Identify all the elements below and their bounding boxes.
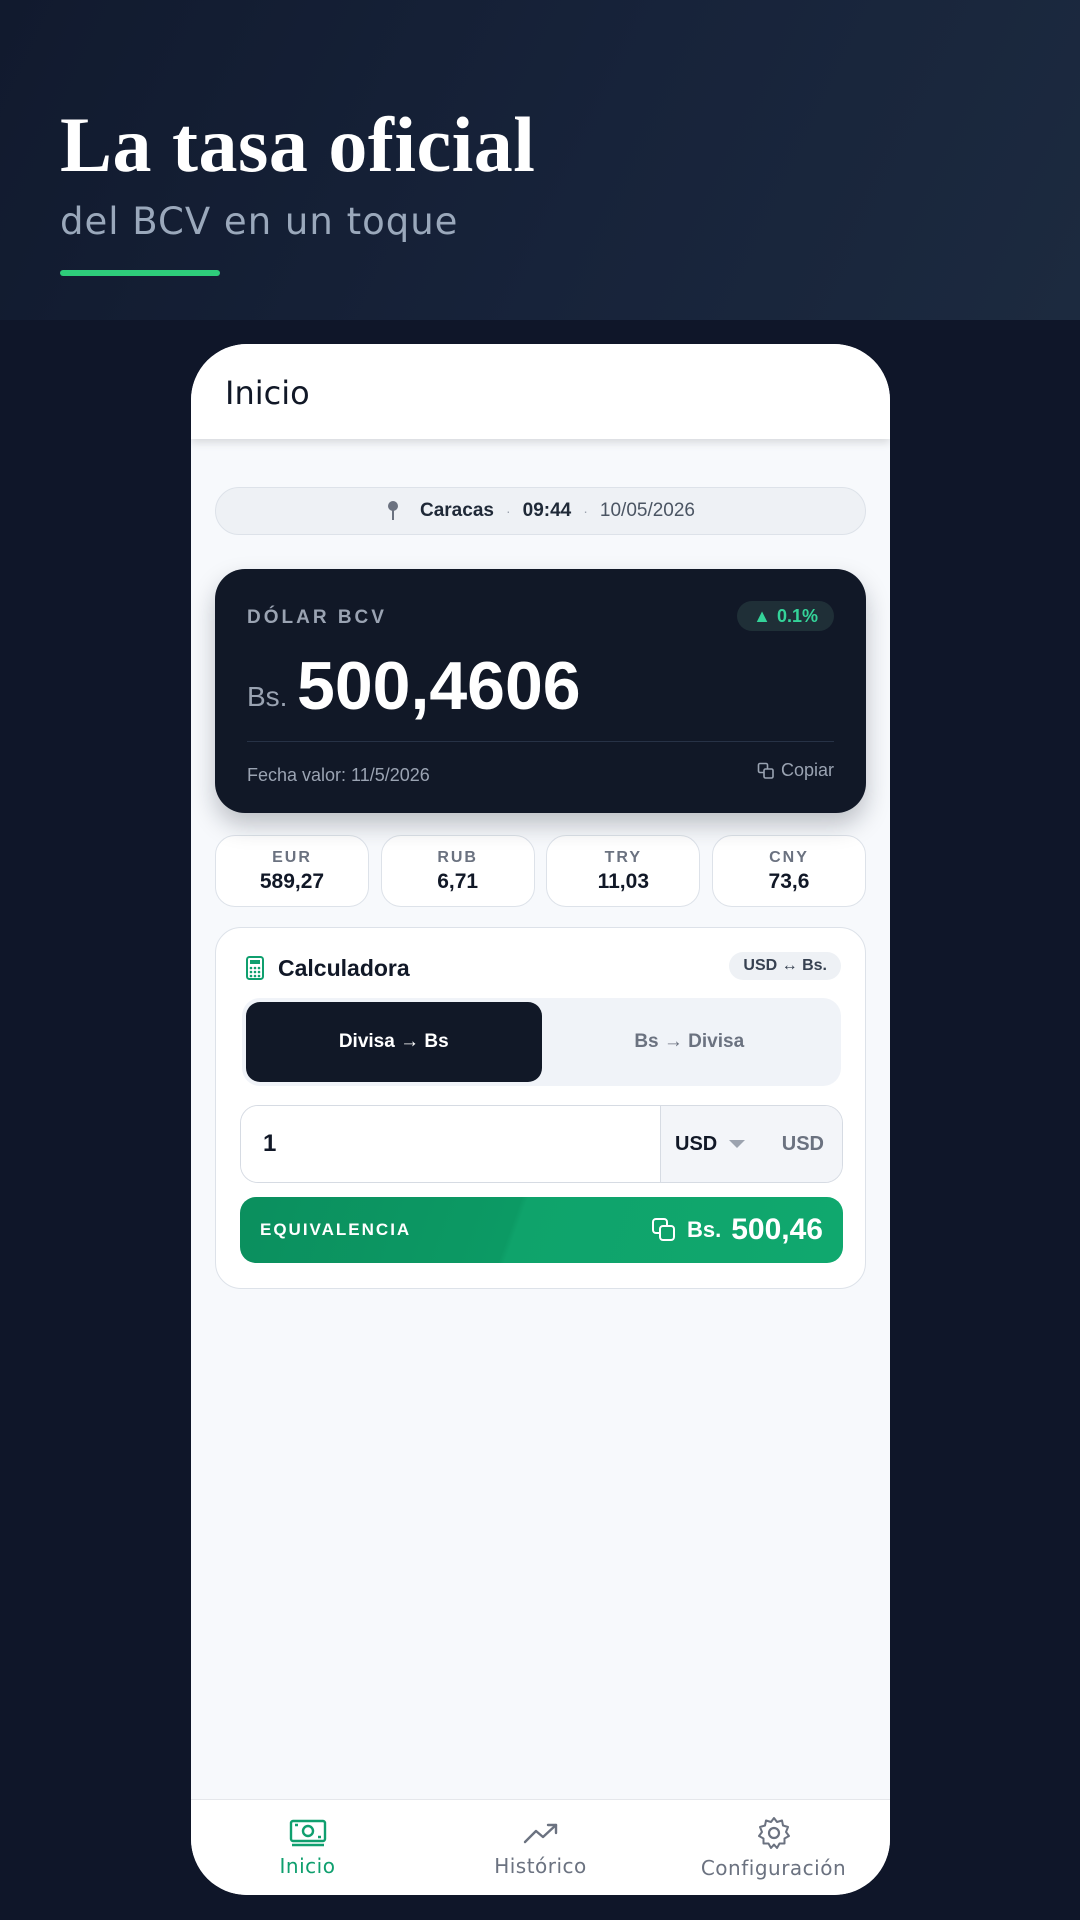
page-title: Inicio — [225, 374, 310, 412]
copy-icon — [757, 762, 774, 779]
copy-icon — [651, 1218, 675, 1241]
conversion-mode-toggle: Divisa → Bs Bs → Divisa — [242, 998, 841, 1086]
separator-dot: · — [583, 503, 588, 519]
nav-item-historico[interactable]: Histórico — [424, 1800, 657, 1895]
rate-value: 500,4606 — [297, 648, 581, 724]
equivalence-value: 500,46 — [731, 1213, 823, 1246]
app-bar: Inicio — [191, 344, 890, 439]
chip-value: 11,03 — [597, 869, 650, 893]
currency-chip-rub[interactable]: RUB 6,71 — [380, 835, 535, 907]
nav-item-configuracion[interactable]: Configuración — [657, 1800, 890, 1895]
amount-input[interactable] — [241, 1106, 660, 1182]
equivalence-result[interactable]: EQUIVALENCIA Bs. 500,46 — [240, 1197, 843, 1263]
selected-currency: USD — [675, 1132, 718, 1155]
gear-icon — [757, 1816, 790, 1849]
chip-value: 589,27 — [259, 869, 325, 893]
pin-icon — [386, 501, 400, 521]
rate-currency: Bs. — [247, 681, 288, 712]
location-time: 09:44 — [522, 500, 572, 521]
change-badge: ▲ 0.1% — [737, 601, 834, 631]
hero-subtitle: del BCV en un toque — [60, 200, 459, 243]
currency-suffix: USD — [781, 1132, 824, 1155]
chip-value: 6,71 — [437, 869, 479, 893]
chip-code: CNY — [769, 848, 809, 866]
up-arrow-icon: ▲ — [753, 605, 771, 626]
calculator-icon — [246, 956, 264, 980]
main-content: Caracas · 09:44 · 10/05/2026 DÓLAR BCV ▲… — [215, 487, 866, 1289]
nav-label: Inicio — [279, 1853, 336, 1878]
equivalence-label: EQUIVALENCIA — [260, 1220, 412, 1239]
currency-chip-eur[interactable]: EUR 589,27 — [215, 835, 369, 907]
mode-bs-to-divisa[interactable]: Bs → Divisa — [542, 1002, 838, 1082]
currency-chip-cny[interactable]: CNY 73,6 — [711, 835, 866, 907]
trending-up-icon — [523, 1823, 557, 1843]
amount-row: USD USD — [240, 1105, 843, 1183]
nav-label: Histórico — [494, 1853, 587, 1878]
hero-underline — [60, 270, 220, 276]
currency-chips: EUR 589,27 RUB 6,71 TRY 11,03 CNY 73,6 — [215, 835, 866, 907]
chip-value: 73,6 — [768, 869, 810, 893]
phone-screen: Inicio Caracas · 09:44 · 10/05/2026 DÓLA… — [191, 344, 890, 1895]
hero-title: La tasa oficial — [60, 101, 536, 188]
divider — [247, 741, 834, 742]
location-pill: Caracas · 09:44 · 10/05/2026 — [215, 487, 866, 535]
copy-label: Copiar — [780, 760, 834, 780]
chip-code: EUR — [272, 848, 312, 866]
bottom-navigation: Inicio Histórico Configuración — [191, 1799, 890, 1895]
calculator-pair-badge: USD ↔ Bs. — [729, 952, 841, 980]
copy-button[interactable]: Copiar — [757, 760, 834, 781]
nav-label: Configuración — [700, 1855, 847, 1880]
equivalence-value-group: Bs. 500,46 — [651, 1213, 823, 1247]
change-value: 0.1% — [776, 605, 818, 626]
chip-code: RUB — [437, 848, 478, 866]
rate-label: DÓLAR BCV — [247, 607, 387, 628]
nav-item-inicio[interactable]: Inicio — [191, 1800, 424, 1895]
currency-select[interactable]: USD USD — [660, 1106, 842, 1182]
chip-code: TRY — [604, 848, 643, 866]
mode-divisa-to-bs[interactable]: Divisa → Bs — [246, 1002, 542, 1082]
calculator-card: Calculadora USD ↔ Bs. Divisa → Bs Bs → D… — [215, 927, 866, 1289]
currency-chip-try[interactable]: TRY 11,03 — [546, 835, 701, 907]
value-date: Fecha valor: 11/5/2026 — [247, 765, 430, 785]
location-date: 10/05/2026 — [599, 500, 695, 521]
dollar-rate-card: DÓLAR BCV ▲ 0.1% Bs. 500,4606 Fecha valo… — [215, 569, 866, 813]
location-city: Caracas — [420, 500, 494, 521]
money-icon — [289, 1819, 326, 1846]
chevron-down-icon — [729, 1140, 746, 1148]
calculator-title: Calculadora — [278, 955, 410, 981]
equivalence-currency: Bs. — [686, 1217, 722, 1242]
separator-dot: · — [505, 503, 511, 519]
hero-banner: La tasa oficial del BCV en un toque — [0, 0, 1080, 320]
